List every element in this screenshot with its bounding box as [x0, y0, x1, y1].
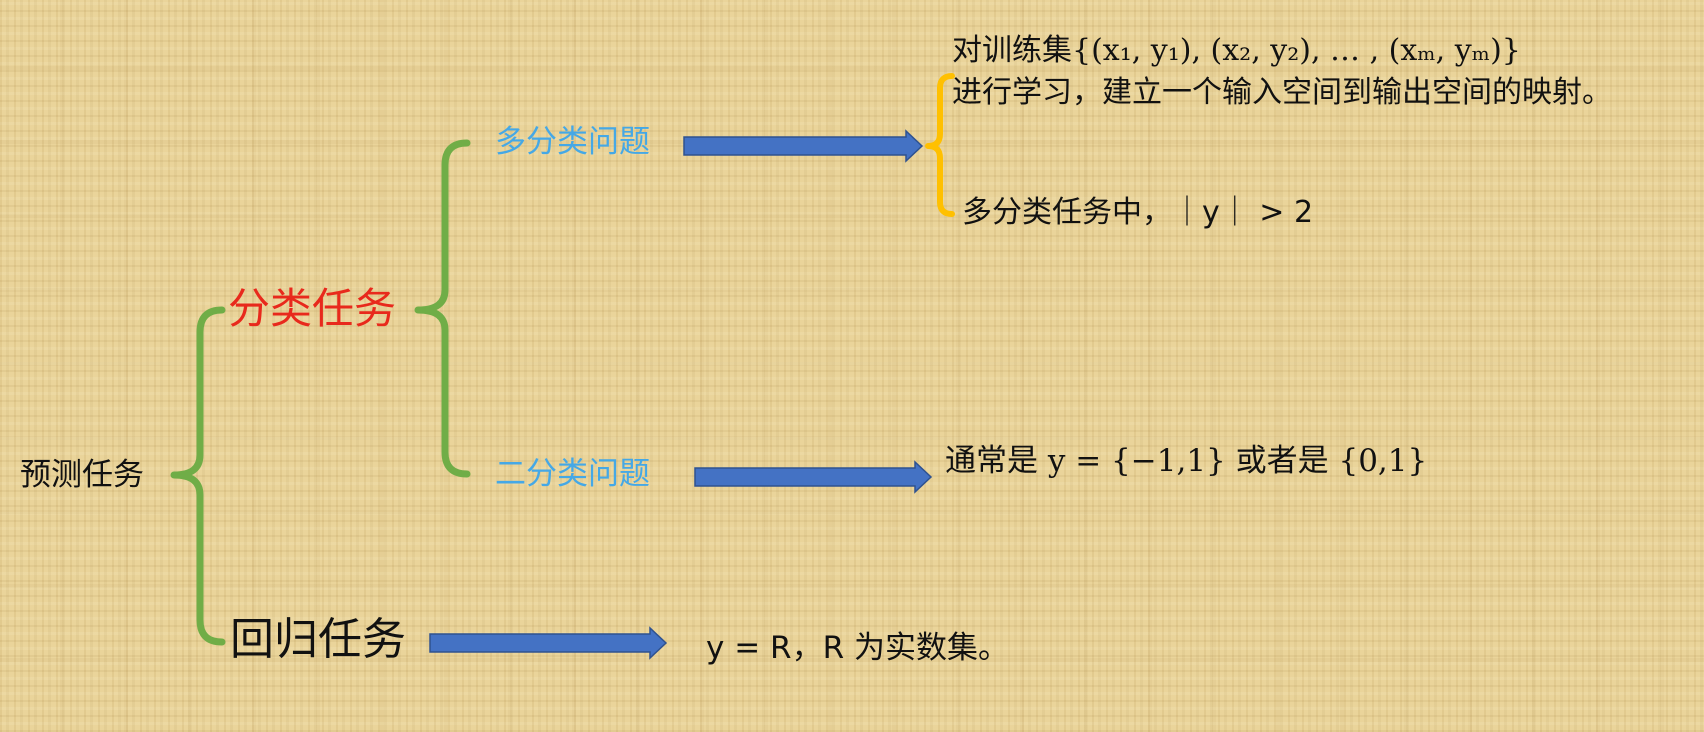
binary-class-node-label: 二分类问题	[495, 456, 650, 492]
multi-class-arrow	[683, 129, 924, 163]
classification-node-label: 分类任务	[228, 284, 397, 333]
regression-note: y = R，R 为实数集。	[706, 630, 1009, 666]
training-set-definition-line2: 进行学习，建立一个输入空间到输出空间的映射。	[952, 75, 1612, 110]
multi-class-note: 多分类任务中，｜y｜ > 2	[962, 195, 1314, 230]
binary-class-arrow	[694, 460, 933, 494]
regression-node-label: 回归任务	[230, 614, 406, 665]
multi-class-node-label: 多分类问题	[495, 124, 650, 160]
regression-arrow	[429, 626, 668, 660]
root-brace	[170, 306, 226, 646]
definition-brace	[925, 73, 955, 217]
binary-class-note: 通常是 y = {−1,1} 或者是 {0,1}	[945, 443, 1428, 479]
root-node-label: 预测任务	[20, 457, 144, 493]
training-set-definition-line1: 对训练集{(x₁, y₁), (x₂, y₂), … , (xₘ, yₘ)}	[952, 33, 1521, 68]
classification-brace	[414, 139, 471, 478]
